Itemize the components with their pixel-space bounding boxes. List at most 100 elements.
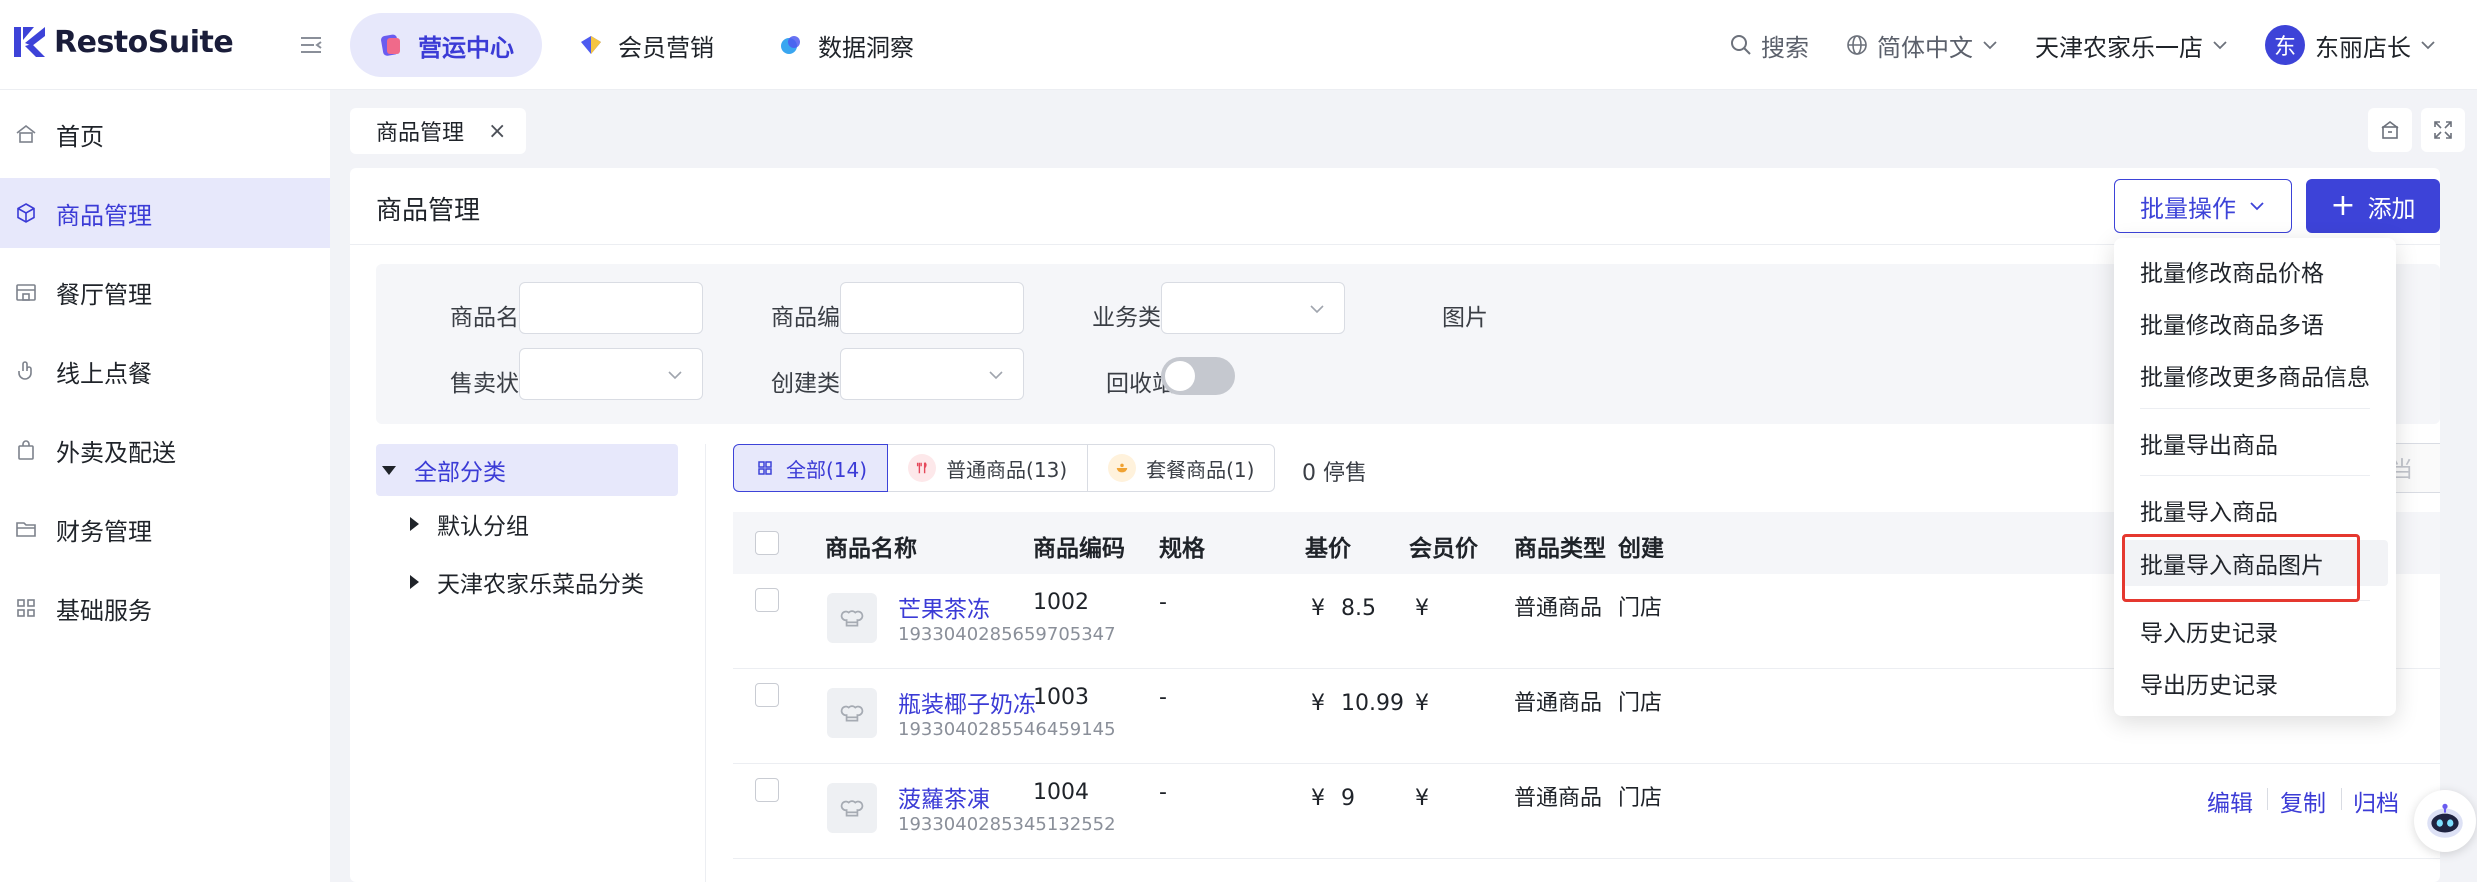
batch-button-label: 批量操作 xyxy=(2140,194,2236,223)
chevron-down-icon xyxy=(2213,41,2227,50)
home-icon xyxy=(16,124,36,143)
page-title: 商品管理 xyxy=(376,196,481,226)
topnav-ops-center[interactable]: 营运中心 xyxy=(350,13,542,77)
select-all-checkbox[interactable] xyxy=(755,531,779,555)
type-tab-combo[interactable]: 套餐商品(1) xyxy=(1087,444,1276,492)
language-select[interactable]: 简体中文 xyxy=(1845,28,1999,63)
table-row: 菠蘿茶凍 1933040285345132552 1004 - ¥ 9 ¥ 普通… xyxy=(733,764,2440,859)
sidebar-item-products[interactable]: 商品管理 xyxy=(0,178,330,248)
tab-product-management[interactable]: 商品管理 × xyxy=(350,108,527,154)
sidebar-item-label: 财务管理 xyxy=(56,517,152,546)
col-header-spec: 规格 xyxy=(1159,536,1205,562)
type-tab-regular[interactable]: 普通商品(13) xyxy=(887,444,1089,492)
base-price: 9 xyxy=(1341,786,1355,811)
close-icon[interactable]: × xyxy=(488,119,506,144)
category-tree: 全部分类 默认分组 天津农家乐菜品分类 xyxy=(376,444,706,882)
topnav-data-insight[interactable]: 数据洞察 xyxy=(750,13,942,77)
store-icon xyxy=(16,284,36,301)
caret-down-icon xyxy=(382,465,396,475)
product-spec: - xyxy=(1159,780,1167,805)
tab-label: 商品管理 xyxy=(376,121,465,146)
sale-status-select[interactable] xyxy=(519,348,703,400)
language-label: 简体中文 xyxy=(1877,33,1973,62)
top-right-tools: 搜索 简体中文 天津农家乐一店 东 东丽店长 xyxy=(1729,20,2437,70)
product-id: 1933040285546459145 xyxy=(898,719,1116,740)
sidebar-item-basic-services[interactable]: 基础服务 xyxy=(0,573,330,643)
grid-icon xyxy=(754,457,776,479)
page-tabs: 商品管理 × xyxy=(350,108,527,154)
user-menu[interactable]: 东 东丽店长 xyxy=(2265,25,2437,65)
menu-item-batch-edit-price[interactable]: 批量修改商品价格 xyxy=(2114,248,2396,294)
sidebar-item-home[interactable]: 首页 xyxy=(0,99,330,169)
product-code-input[interactable] xyxy=(840,282,1024,334)
product-id: 1933040285345132552 xyxy=(898,814,1116,835)
tree-item-tianjin-dishes[interactable]: 天津农家乐菜品分类 xyxy=(410,556,644,608)
chevron-down-icon xyxy=(1983,41,1997,50)
logo[interactable]: RestoSuite xyxy=(12,22,234,62)
grid-icon xyxy=(17,599,35,617)
product-spec: - xyxy=(1159,590,1167,615)
member-price: ¥ xyxy=(1415,786,1429,811)
folder-icon xyxy=(16,522,36,537)
menu-item-import-history[interactable]: 导入历史记录 xyxy=(2114,608,2396,654)
product-name-link[interactable]: 瓶装椰子奶冻 xyxy=(898,685,1036,719)
collapse-menu-icon[interactable] xyxy=(297,31,325,59)
business-type-select[interactable] xyxy=(1161,282,1345,334)
topnav-label: 营运中心 xyxy=(418,33,514,62)
store-select[interactable]: 天津农家乐一店 xyxy=(2035,28,2229,63)
menu-item-batch-edit-multilang[interactable]: 批量修改商品多语 xyxy=(2114,300,2396,346)
currency-symbol: ¥ xyxy=(1311,786,1325,811)
menu-item-batch-import[interactable]: 批量导入商品 xyxy=(2114,487,2396,533)
assistant-bot-button[interactable] xyxy=(2414,790,2476,852)
divider xyxy=(2140,408,2370,409)
type-tab-all[interactable]: 全部(14) xyxy=(733,444,889,492)
archive-link[interactable]: 归档 xyxy=(2353,784,2399,818)
edit-link[interactable]: 编辑 xyxy=(2207,784,2253,818)
add-button[interactable]: + 添加 xyxy=(2306,179,2440,233)
sidebar-item-online-order[interactable]: 线上点餐 xyxy=(0,336,330,406)
row-checkbox[interactable] xyxy=(755,588,779,612)
product-name-input[interactable] xyxy=(519,282,703,334)
row-checkbox[interactable] xyxy=(755,683,779,707)
toggle-knob xyxy=(1165,361,1195,391)
menu-item-export-history[interactable]: 导出历史记录 xyxy=(2114,660,2396,706)
sidebar-item-restaurant[interactable]: 餐厅管理 xyxy=(0,257,330,327)
sidebar-item-label: 首页 xyxy=(56,122,104,151)
member-price: ¥ xyxy=(1415,691,1429,716)
home-shortcut-button[interactable] xyxy=(2368,108,2412,152)
sidebar-item-label: 基础服务 xyxy=(56,596,152,625)
product-name-link[interactable]: 菠蘿茶凍 xyxy=(898,780,990,814)
product-name-link[interactable]: 芒果茶冻 xyxy=(898,590,990,624)
batch-operations-button[interactable]: 批量操作 xyxy=(2114,179,2292,233)
caret-right-icon xyxy=(410,517,419,531)
sidebar-item-finance[interactable]: 财务管理 xyxy=(0,494,330,564)
product-thumbnail xyxy=(827,593,877,643)
tree-item-all[interactable]: 全部分类 xyxy=(376,444,678,496)
recycle-bin-toggle[interactable] xyxy=(1161,357,1235,395)
create-type-select[interactable] xyxy=(840,348,1024,400)
sidebar-item-label: 商品管理 xyxy=(56,201,152,230)
sidebar-item-delivery[interactable]: 外卖及配送 xyxy=(0,415,330,485)
col-header-member-price: 会员价 xyxy=(1409,536,1478,562)
col-header-created: 创建 xyxy=(1618,536,1664,562)
search-button[interactable]: 搜索 xyxy=(1729,28,1809,63)
row-checkbox[interactable] xyxy=(755,778,779,802)
topnav-label: 会员营销 xyxy=(618,33,714,62)
divider xyxy=(2341,788,2342,810)
topnav-member-marketing[interactable]: 会员营销 xyxy=(550,13,742,77)
stopped-count[interactable]: 0 停售 xyxy=(1302,455,1367,487)
type-tab-label: 普通商品(13) xyxy=(946,457,1068,482)
tree-item-default-group[interactable]: 默认分组 xyxy=(410,498,529,550)
base-price: 8.5 xyxy=(1341,596,1376,621)
top-navigation: 营运中心 会员营销 数据洞察 xyxy=(350,13,942,77)
data-insight-icon xyxy=(778,32,804,58)
fullscreen-button[interactable] xyxy=(2421,108,2465,152)
copy-link[interactable]: 复制 xyxy=(2280,784,2326,818)
store-label: 天津农家乐一店 xyxy=(2035,33,2203,62)
col-header-name: 商品名称 xyxy=(825,536,917,562)
robot-icon xyxy=(2427,803,2463,838)
tree-label: 默认分组 xyxy=(437,514,529,540)
menu-item-batch-export[interactable]: 批量导出商品 xyxy=(2114,420,2396,466)
menu-item-batch-edit-more-info[interactable]: 批量修改更多商品信息 xyxy=(2114,352,2396,398)
restosuite-logo-icon xyxy=(12,24,48,60)
